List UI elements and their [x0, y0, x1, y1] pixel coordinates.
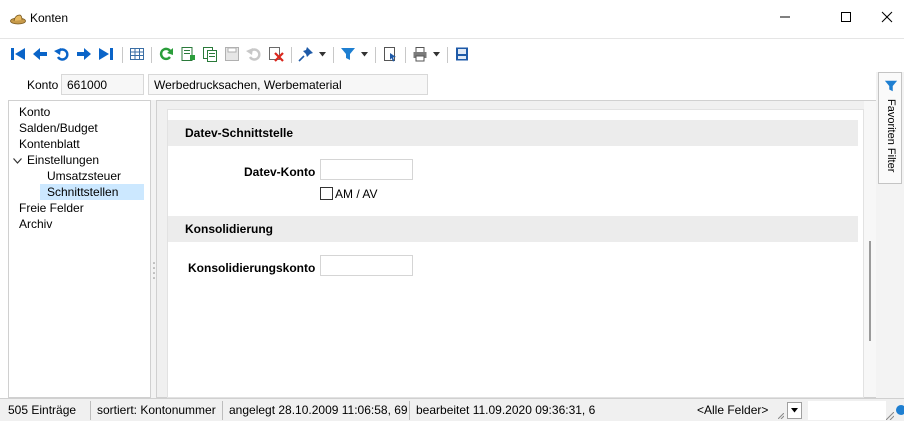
revert-button[interactable] — [245, 45, 263, 63]
report-icon — [384, 47, 396, 62]
undo-button[interactable] — [53, 45, 71, 63]
tree-item-kontenblatt[interactable]: Kontenblatt — [19, 136, 80, 152]
created-timestamp: angelegt 28.10.2009 11:06:58, 69 — [229, 403, 408, 417]
tree-item-archiv[interactable]: Archiv — [19, 216, 52, 232]
next-record-button[interactable] — [75, 45, 93, 63]
field-filter-dropdown-button[interactable] — [787, 402, 802, 419]
tree-item-umsatzsteuer[interactable]: Umsatzsteuer — [47, 168, 121, 184]
tree-item-salden-budget[interactable]: Salden/Budget — [19, 120, 98, 136]
section-datev-schnittstelle: Datev-Schnittstelle — [168, 120, 858, 146]
copy-button[interactable] — [201, 45, 219, 63]
next-record-icon — [77, 48, 91, 60]
grid-button[interactable] — [128, 45, 146, 63]
konsolidierungskonto-label: Konsolidierungskonto — [188, 261, 316, 275]
new-record-button[interactable] — [179, 45, 197, 63]
status-separator — [409, 401, 410, 420]
scrollbar-thumb[interactable] — [869, 241, 871, 341]
copy-icon — [203, 47, 217, 62]
favoriten-filter-tab[interactable]: Favoriten Filter — [878, 72, 902, 184]
tree-item-freie-felder[interactable]: Freie Felder — [19, 200, 84, 216]
app-hat-icon — [10, 14, 26, 25]
toolbar — [0, 38, 904, 70]
new-record-icon — [181, 47, 195, 61]
print-icon — [413, 47, 427, 62]
close-button[interactable] — [864, 0, 904, 34]
delete-button[interactable] — [267, 45, 285, 63]
tree-item-schnittstellen[interactable]: Schnittstellen — [40, 184, 144, 200]
side-tab-strip: Favoriten Filter — [876, 72, 904, 398]
grid-icon — [130, 48, 144, 60]
grip-icon — [153, 262, 155, 279]
toolbar-separator — [333, 47, 334, 63]
report-button[interactable] — [381, 45, 399, 63]
title-bar: Konten — [0, 0, 904, 38]
status-separator — [222, 401, 223, 420]
window-title: Konten — [30, 11, 69, 25]
edited-timestamp: bearbeitet 11.09.2020 09:36:31, 6 — [416, 403, 596, 417]
section-konsolidierung: Konsolidierung — [168, 216, 858, 242]
konsolidierungskonto-input[interactable] — [320, 255, 413, 276]
am-av-label: AM / AV — [335, 187, 378, 201]
toolbar-separator — [122, 47, 123, 63]
chevron-down-icon[interactable] — [13, 158, 22, 164]
konto-label: Konto — [27, 78, 59, 92]
last-record-icon — [99, 48, 113, 60]
print-button[interactable] — [411, 45, 429, 63]
search-globe-icon[interactable] — [894, 403, 904, 417]
record-count: 505 Einträge — [8, 403, 77, 417]
tree-item-einstellungen[interactable]: Einstellungen — [27, 152, 99, 168]
maximize-button[interactable] — [823, 0, 869, 34]
datev-konto-label: Datev-Konto — [244, 165, 316, 179]
undo-icon — [54, 48, 69, 61]
maximize-icon — [841, 12, 851, 22]
status-separator — [90, 401, 91, 420]
status-search-input[interactable] — [808, 401, 886, 420]
toolbar-separator — [375, 47, 376, 63]
revert-icon — [246, 48, 261, 61]
layout-button[interactable] — [453, 45, 471, 63]
refresh-icon — [159, 47, 173, 61]
refresh-button[interactable] — [157, 45, 175, 63]
pin-button[interactable] — [297, 45, 315, 63]
am-av-checkbox[interactable] — [320, 187, 333, 200]
status-bar: 505 Einträge sortiert: Kontonummer angel… — [0, 398, 904, 421]
last-record-button[interactable] — [97, 45, 115, 63]
toolbar-separator — [291, 47, 292, 63]
filter-icon — [341, 48, 355, 60]
pin-dropdown-arrow-icon[interactable] — [319, 52, 326, 57]
chevron-down-icon — [791, 408, 798, 413]
first-record-button[interactable] — [9, 45, 27, 63]
save-icon — [225, 47, 239, 61]
close-icon — [881, 11, 893, 23]
layout-icon — [456, 47, 468, 61]
toolbar-separator — [405, 47, 406, 63]
minimize-icon — [780, 16, 790, 18]
tree-item-konto[interactable]: Konto — [19, 104, 50, 120]
toolbar-separator — [447, 47, 448, 63]
main-panel: Datev-Schnittstelle Datev-Konto AM / AV … — [156, 100, 877, 398]
konto-row: Konto 661000 Werbedrucksachen, Werbemate… — [0, 72, 904, 98]
navigation-tree: Konto Salden/Budget Kontenblatt Einstell… — [8, 100, 150, 398]
resize-corner-icon — [886, 412, 894, 420]
favoriten-filter-label: Favoriten Filter — [885, 99, 897, 173]
konto-description-field[interactable]: Werbedrucksachen, Werbematerial — [148, 74, 428, 95]
resize-corner-icon — [778, 413, 784, 419]
minimize-button[interactable] — [762, 0, 808, 34]
first-record-icon — [11, 48, 25, 60]
datev-konto-input[interactable] — [320, 159, 413, 180]
filter-icon — [884, 80, 898, 92]
pin-icon — [298, 47, 313, 62]
filter-dropdown-arrow-icon[interactable] — [361, 52, 368, 57]
filter-button[interactable] — [339, 45, 357, 63]
konto-number-field[interactable]: 661000 — [61, 74, 144, 95]
save-button[interactable] — [223, 45, 241, 63]
print-dropdown-arrow-icon[interactable] — [433, 52, 440, 57]
settings-form: Datev-Schnittstelle Datev-Konto AM / AV … — [167, 109, 864, 398]
delete-icon — [269, 47, 284, 62]
prev-record-button[interactable] — [31, 45, 49, 63]
field-filter-select[interactable]: <Alle Felder> — [694, 401, 776, 420]
toolbar-separator — [151, 47, 152, 63]
prev-record-icon — [33, 48, 47, 60]
sort-status: sortiert: Kontonummer — [97, 403, 216, 417]
